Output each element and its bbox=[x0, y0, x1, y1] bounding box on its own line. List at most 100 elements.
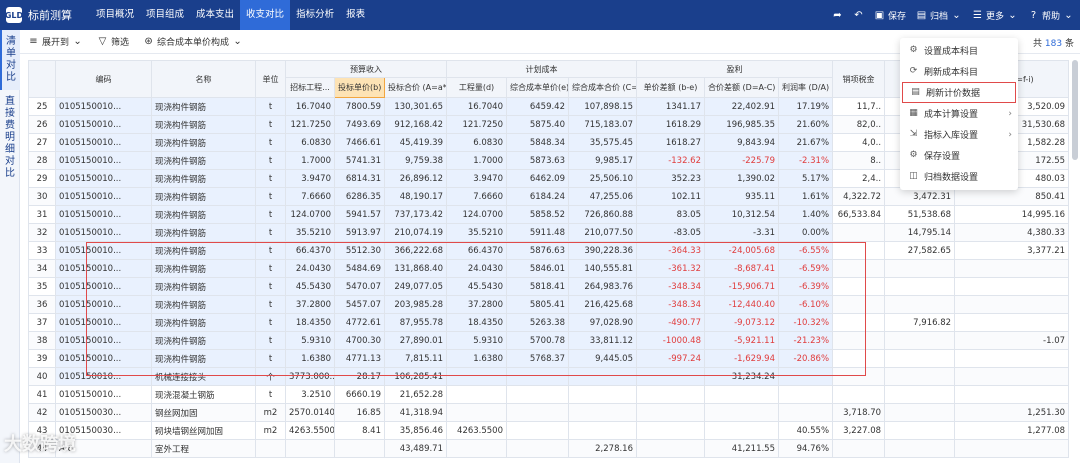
cell-q[interactable]: 4263.5500 bbox=[446, 421, 507, 440]
cell-tax[interactable]: 11,7.. bbox=[832, 97, 886, 116]
cell-name[interactable]: 现浇构件钢筋 bbox=[151, 241, 256, 260]
cell-name[interactable]: 砌块墙钢丝网加固 bbox=[151, 421, 256, 440]
cell-no[interactable]: 39 bbox=[28, 349, 56, 368]
cell-pr[interactable]: 21.67% bbox=[777, 133, 834, 152]
cell-bp[interactable] bbox=[334, 439, 385, 458]
cell-no[interactable]: 41 bbox=[28, 385, 56, 404]
cell-tax[interactable] bbox=[832, 331, 886, 350]
cell-j[interactable]: 7,916.82 bbox=[884, 313, 956, 332]
cell-bq[interactable]: 45.5430 bbox=[285, 277, 335, 296]
cell-ct[interactable]: 35,575.45 bbox=[568, 133, 637, 152]
cell-name[interactable]: 现浇构件钢筋 bbox=[151, 187, 256, 206]
cell-pr[interactable] bbox=[777, 367, 834, 386]
cell-bq[interactable]: 5.9310 bbox=[285, 331, 335, 350]
cell-k[interactable] bbox=[954, 367, 1070, 386]
cell-pr[interactable]: 1.61% bbox=[777, 187, 834, 206]
cell-ct[interactable]: 107,898.15 bbox=[568, 97, 637, 116]
cell-ct[interactable]: 264,983.76 bbox=[568, 277, 637, 296]
cell-bt[interactable]: 48,190.17 bbox=[384, 187, 447, 206]
cell-ct[interactable]: 97,028.90 bbox=[568, 313, 637, 332]
cell-no[interactable]: 25 bbox=[28, 97, 56, 116]
undo-icon[interactable]: ↶ bbox=[853, 10, 864, 21]
cell-ct[interactable]: 210,077.50 bbox=[568, 223, 637, 242]
table-row[interactable]: 35 0105150010... 现浇构件钢筋 t 45.5430 5470.07 249,… bbox=[28, 277, 1070, 296]
cell-td[interactable]: 9,843.94 bbox=[704, 133, 779, 152]
menu-item-0[interactable]: ⚙ 设置成本科目 bbox=[900, 40, 1018, 61]
cell-q[interactable]: 37.2800 bbox=[446, 295, 507, 314]
cell-cp[interactable]: 6459.42 bbox=[506, 97, 569, 116]
cell-no[interactable]: 42 bbox=[28, 403, 56, 422]
cell-td[interactable]: -8,687.41 bbox=[704, 259, 779, 278]
cell-pd[interactable]: 1341.17 bbox=[636, 97, 705, 116]
cell-unit[interactable]: 个 bbox=[255, 367, 286, 386]
cell-code[interactable]: 0105150010... bbox=[55, 169, 152, 188]
cell-k[interactable] bbox=[954, 277, 1070, 296]
cell-pr[interactable]: -6.39% bbox=[777, 277, 834, 296]
cell-code[interactable]: 0105150010... bbox=[55, 223, 152, 242]
cell-unit[interactable]: t bbox=[255, 385, 286, 404]
cell-pr[interactable] bbox=[777, 385, 834, 404]
cell-tax[interactable] bbox=[832, 295, 886, 314]
cell-unit[interactable]: m2 bbox=[255, 421, 286, 440]
cell-pr[interactable]: 21.60% bbox=[777, 115, 834, 134]
cell-no[interactable]: 34 bbox=[28, 259, 56, 278]
cell-pd[interactable]: -364.33 bbox=[636, 241, 705, 260]
cell-bp[interactable]: 5470.07 bbox=[334, 277, 385, 296]
cell-tax[interactable] bbox=[832, 349, 886, 368]
cell-unit[interactable]: t bbox=[255, 187, 286, 206]
cell-td[interactable]: -5,921.11 bbox=[704, 331, 779, 350]
cell-ct[interactable]: 47,255.06 bbox=[568, 187, 637, 206]
cell-unit[interactable]: t bbox=[255, 223, 286, 242]
table-row[interactable]: 37 0105150010... 现浇构件钢筋 t 18.4350 4772.61 87,9… bbox=[28, 313, 1070, 332]
cell-j[interactable] bbox=[884, 439, 956, 458]
menu-item-6[interactable]: ◫ 归档数据设置 bbox=[900, 166, 1018, 187]
cell-bq[interactable]: 37.2800 bbox=[285, 295, 335, 314]
cell-name[interactable]: 机械连接接头 bbox=[151, 367, 256, 386]
cell-code[interactable]: 0105150010... bbox=[55, 115, 152, 134]
cell-j[interactable] bbox=[884, 367, 956, 386]
cell-q[interactable]: 1.6380 bbox=[446, 349, 507, 368]
cell-cp[interactable]: 5911.48 bbox=[506, 223, 569, 242]
cell-pr[interactable] bbox=[777, 403, 834, 422]
cell-unit[interactable]: t bbox=[255, 169, 286, 188]
cell-bp[interactable]: 4700.30 bbox=[334, 331, 385, 350]
cell-pr[interactable]: -20.86% bbox=[777, 349, 834, 368]
menu-item-5[interactable]: ⚙ 保存设置 bbox=[900, 145, 1018, 166]
cell-name[interactable]: 现浇构件钢筋 bbox=[151, 151, 256, 170]
cell-name[interactable]: 现浇构件钢筋 bbox=[151, 169, 256, 188]
cell-pd[interactable] bbox=[636, 367, 705, 386]
cell-pd[interactable]: -348.34 bbox=[636, 295, 705, 314]
cell-name[interactable]: 现浇构件钢筋 bbox=[151, 331, 256, 350]
cell-cp[interactable]: 5876.63 bbox=[506, 241, 569, 260]
cell-q[interactable]: 3.9470 bbox=[446, 169, 507, 188]
cell-code[interactable]: 0105150010... bbox=[55, 385, 152, 404]
cell-no[interactable]: 35 bbox=[28, 277, 56, 296]
cell-td[interactable]: 196,985.35 bbox=[704, 115, 779, 134]
save-button[interactable]: ▣ 保存 bbox=[874, 9, 906, 22]
cell-bt[interactable]: 27,890.01 bbox=[384, 331, 447, 350]
cell-unit[interactable]: t bbox=[255, 259, 286, 278]
header-bid-total[interactable]: 投标合价 (A=a*b) bbox=[384, 77, 447, 98]
cell-name[interactable]: 现浇构件钢筋 bbox=[151, 223, 256, 242]
cell-cp[interactable]: 5700.78 bbox=[506, 331, 569, 350]
cell-j[interactable] bbox=[884, 277, 956, 296]
cell-q[interactable]: 121.7250 bbox=[446, 115, 507, 134]
cell-cp[interactable]: 5875.40 bbox=[506, 115, 569, 134]
header-price-diff[interactable]: 单价差额 (b-e) bbox=[636, 77, 705, 98]
cell-tax[interactable]: 3,227.08 bbox=[832, 421, 886, 440]
cell-j[interactable] bbox=[884, 331, 956, 350]
cell-pr[interactable]: 94.76% bbox=[777, 439, 834, 458]
cell-bp[interactable]: 5512.30 bbox=[334, 241, 385, 260]
cell-tax[interactable] bbox=[832, 313, 886, 332]
cell-ct[interactable]: 9,445.05 bbox=[568, 349, 637, 368]
cell-cp[interactable] bbox=[506, 385, 569, 404]
cell-cp[interactable]: 5805.41 bbox=[506, 295, 569, 314]
cell-q[interactable]: 6.0830 bbox=[446, 133, 507, 152]
expand-button[interactable]: ≡ 展开到 ⌄ bbox=[28, 35, 83, 48]
cell-k[interactable]: -1.07 bbox=[954, 331, 1070, 350]
cell-name[interactable]: 现浇构件钢筋 bbox=[151, 259, 256, 278]
cell-no[interactable]: 36 bbox=[28, 295, 56, 314]
cell-q[interactable]: 16.7040 bbox=[446, 97, 507, 116]
cell-no[interactable]: 31 bbox=[28, 205, 56, 224]
cell-bp[interactable]: 6286.35 bbox=[334, 187, 385, 206]
